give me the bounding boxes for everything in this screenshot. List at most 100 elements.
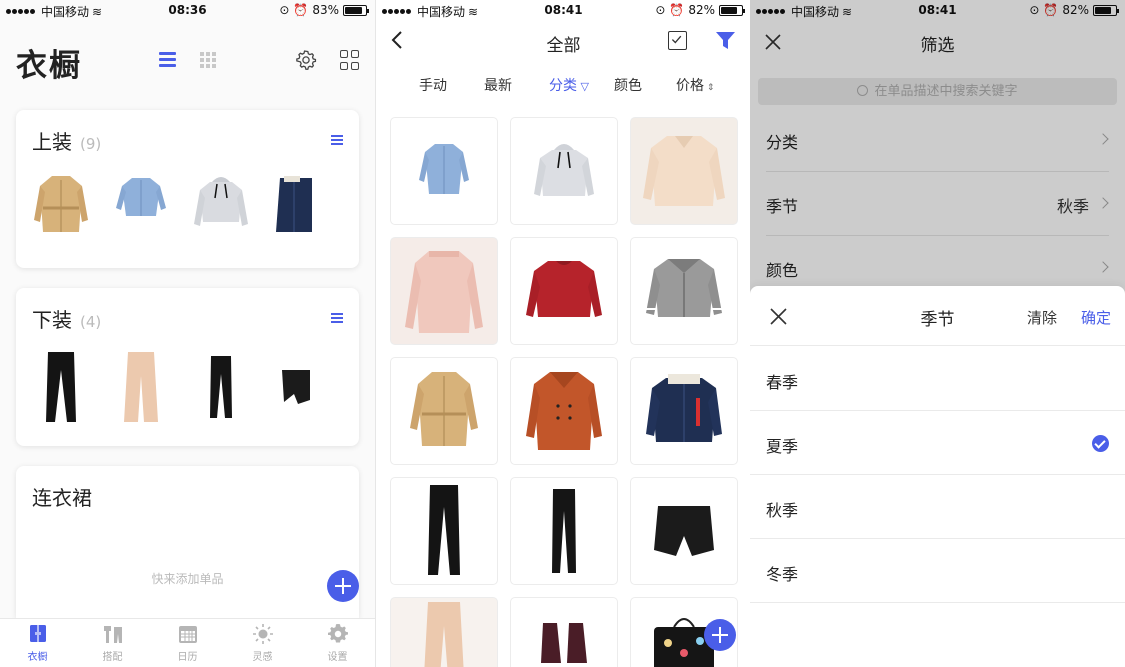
filter-row-category[interactable]: 分类 — [766, 108, 1109, 172]
beige-pants-item[interactable] — [112, 350, 170, 426]
page-title: 筛选 — [920, 36, 955, 56]
battery-percent: 83% — [312, 3, 339, 17]
grid-item-red-sweater[interactable] — [511, 238, 617, 344]
battery-icon — [719, 4, 745, 16]
sort-category-label: 分类 — [549, 78, 577, 94]
grey-hoodie-item[interactable] — [192, 172, 250, 242]
list-icon[interactable] — [331, 135, 343, 146]
category-name: 下装 — [32, 308, 72, 332]
filter-screen: 中国移动 ≋ 08:41 ⊙ ⏰ 82% 筛选 在单品描述中搜索关键字 分类 季节 秋季… — [750, 0, 1125, 667]
search-input[interactable]: 在单品描述中搜索关键字 — [758, 78, 1117, 105]
row-label: 颜色 — [766, 261, 799, 280]
page-title: 全部 — [546, 36, 581, 56]
sort-manual[interactable]: 手动 — [419, 75, 447, 95]
alarm-icon: ⏰ — [1043, 3, 1059, 17]
sheet-title: 季节 — [920, 310, 955, 330]
grid-item-burgundy-shoes[interactable] — [511, 598, 617, 667]
grid-item-black-pants[interactable] — [391, 478, 497, 584]
list-view-toggle-icon[interactable] — [159, 52, 176, 67]
grid-view-toggle-icon[interactable] — [200, 52, 216, 68]
season-option-spring[interactable]: 春季 — [750, 347, 1125, 411]
select-checkbox-icon[interactable] — [668, 31, 687, 50]
chevron-right-icon — [1097, 133, 1109, 145]
category-manage-icon[interactable] — [340, 50, 360, 70]
sort-bar: 手动 最新 分类 ▽ 颜色 价格 ⇕ — [376, 72, 750, 96]
denim-jacket-item[interactable] — [272, 172, 312, 242]
tab-label: 设置 — [327, 652, 348, 663]
grid-item-grey-hoodie[interactable] — [511, 118, 617, 224]
category-card-dresses[interactable]: 连衣裙 快来添加单品 — [16, 466, 359, 618]
grid-item-orange-coat[interactable] — [511, 358, 617, 464]
confirm-button[interactable]: 确定 — [1081, 307, 1111, 328]
tab-calendar[interactable]: 日历 — [150, 619, 225, 667]
page-title: 衣橱 — [16, 48, 82, 84]
black-slim-pants-item[interactable] — [192, 350, 250, 426]
clear-button[interactable]: 清除 — [1027, 307, 1057, 328]
alarm-icon: ⏰ — [293, 3, 309, 17]
sort-newest[interactable]: 最新 — [484, 75, 512, 95]
card-items — [32, 172, 312, 242]
row-label: 季节 — [766, 197, 799, 216]
sort-color[interactable]: 颜色 — [614, 75, 642, 95]
tab-label: 衣橱 — [27, 652, 48, 663]
grid-item-tan-coat[interactable] — [391, 358, 497, 464]
grid-item-plaid-jacket[interactable] — [631, 238, 737, 344]
list-icon[interactable] — [331, 313, 343, 324]
tab-wardrobe[interactable]: 衣橱 — [0, 619, 75, 667]
grid-item-beige-pants[interactable] — [391, 598, 497, 667]
tab-bar: 衣橱 搭配 日历 灵感 设置 — [0, 618, 375, 667]
row-value: 秋季 — [1056, 197, 1089, 216]
status-bar: 中国移动 ≋ 08:41 ⊙ ⏰ 82% — [750, 0, 1125, 20]
category-card-bottoms[interactable]: 下装 (4) — [16, 288, 359, 446]
tan-coat-item[interactable] — [32, 172, 90, 242]
grid-item-black-shorts[interactable] — [631, 478, 737, 584]
lock-rotation-icon: ⊙ — [279, 3, 290, 17]
black-shorts-item[interactable] — [272, 350, 312, 426]
empty-hint[interactable]: 快来添加单品 — [16, 570, 359, 587]
lock-rotation-icon: ⊙ — [1029, 3, 1040, 17]
grid-item-blue-shirt[interactable] — [391, 118, 497, 224]
filter-icon[interactable] — [715, 31, 736, 51]
category-name: 连衣裙 — [32, 486, 92, 510]
alarm-icon: ⏰ — [669, 3, 685, 17]
check-circle-icon — [1092, 435, 1109, 452]
status-bar: 中国移动 ≋ 08:36 ⊙ ⏰ 83% — [0, 0, 375, 20]
black-pants-item[interactable] — [32, 350, 90, 426]
add-item-button[interactable] — [704, 619, 736, 651]
sort-category[interactable]: 分类 ▽ — [549, 75, 589, 95]
blue-shirt-item[interactable] — [112, 172, 170, 242]
category-count: (4) — [80, 313, 102, 331]
gear-icon[interactable] — [295, 49, 317, 71]
tab-inspiration[interactable]: 灵感 — [225, 619, 300, 667]
status-bar: 中国移动 ≋ 08:41 ⊙ ⏰ 82% — [376, 0, 750, 20]
season-option-summer[interactable]: 夏季 — [750, 411, 1125, 475]
battery-percent: 82% — [688, 3, 715, 17]
inspiration-icon — [252, 624, 273, 644]
season-sheet: 季节 清除 确定 春季 夏季 秋季 冬季 — [750, 286, 1125, 667]
settings-icon — [327, 624, 348, 643]
chevron-right-icon — [1097, 261, 1109, 273]
grid-item-cream-sweater[interactable] — [631, 118, 737, 224]
season-option-winter[interactable]: 冬季 — [750, 539, 1125, 603]
tab-outfit[interactable]: 搭配 — [75, 619, 150, 667]
grid-item-black-slim-pants[interactable] — [511, 478, 617, 584]
season-option-autumn[interactable]: 秋季 — [750, 475, 1125, 539]
sort-price[interactable]: 价格 ⇕ — [676, 75, 714, 95]
chevron-right-icon — [1097, 197, 1109, 209]
funnel-icon: ▽ — [577, 80, 589, 93]
calendar-icon — [178, 626, 197, 643]
add-item-button[interactable] — [327, 570, 359, 602]
option-label: 春季 — [766, 373, 799, 392]
grid-item-denim-jacket[interactable] — [631, 358, 737, 464]
battery-icon — [1093, 4, 1119, 16]
filter-row-season[interactable]: 季节 秋季 — [766, 172, 1109, 236]
category-card-tops[interactable]: 上装 (9) — [16, 110, 359, 268]
battery-percent: 82% — [1062, 3, 1089, 17]
tab-settings[interactable]: 设置 — [300, 619, 375, 667]
tab-label: 日历 — [177, 652, 198, 663]
category-count: (9) — [80, 135, 102, 153]
grid-item-pink-sweater[interactable] — [391, 238, 497, 344]
tab-label: 灵感 — [252, 652, 273, 663]
search-placeholder: 在单品描述中搜索关键字 — [874, 84, 1018, 99]
category-name: 上装 — [32, 130, 72, 154]
